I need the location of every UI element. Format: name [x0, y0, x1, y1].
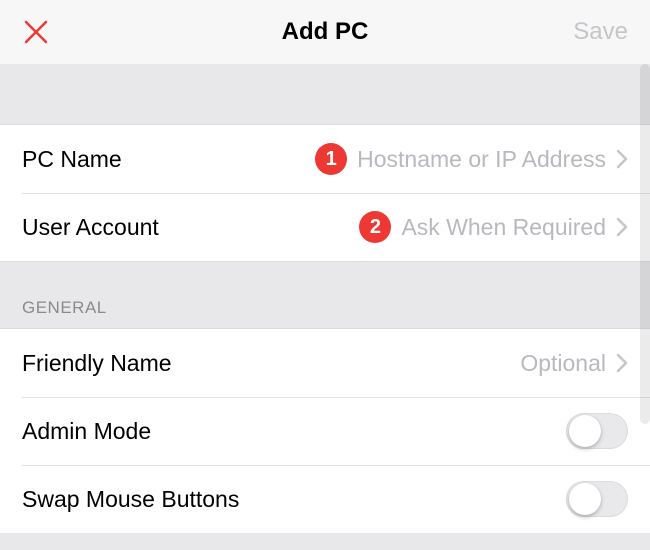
row-label: User Account [22, 214, 159, 241]
row-label: Swap Mouse Buttons [22, 486, 239, 513]
close-button[interactable] [22, 18, 50, 46]
header: Add PC Save [0, 0, 650, 64]
annotation-badge-2: 2 [359, 211, 391, 243]
admin-mode-toggle[interactable] [566, 413, 628, 449]
page-title: Add PC [282, 18, 369, 46]
user-account-row[interactable]: User Account 2 Ask When Required [0, 193, 650, 261]
close-icon [23, 19, 49, 45]
row-value: Optional [520, 350, 606, 377]
row-label: Friendly Name [22, 350, 172, 377]
chevron-right-icon [616, 217, 628, 237]
chevron-right-icon [616, 149, 628, 169]
chevron-right-icon [616, 353, 628, 373]
toggle-knob [569, 483, 601, 515]
row-label: Admin Mode [22, 418, 151, 445]
friendly-name-row[interactable]: Friendly Name Optional [0, 329, 650, 397]
scrollbar[interactable] [640, 64, 650, 424]
pc-name-row[interactable]: PC Name 1 Hostname or IP Address [0, 125, 650, 193]
toggle-knob [569, 415, 601, 447]
swap-mouse-toggle[interactable] [566, 481, 628, 517]
row-value: Hostname or IP Address [357, 146, 606, 173]
general-header: GENERAL [0, 262, 650, 328]
group-gap [0, 64, 650, 124]
swap-mouse-row: Swap Mouse Buttons [0, 465, 650, 533]
connection-section: PC Name 1 Hostname or IP Address User Ac… [0, 124, 650, 262]
save-button[interactable]: Save [573, 18, 628, 46]
row-label: PC Name [22, 146, 122, 173]
annotation-badge-1: 1 [315, 143, 347, 175]
row-value: Ask When Required [401, 214, 606, 241]
general-section: Friendly Name Optional Admin Mode Swap M… [0, 328, 650, 533]
admin-mode-row: Admin Mode [0, 397, 650, 465]
